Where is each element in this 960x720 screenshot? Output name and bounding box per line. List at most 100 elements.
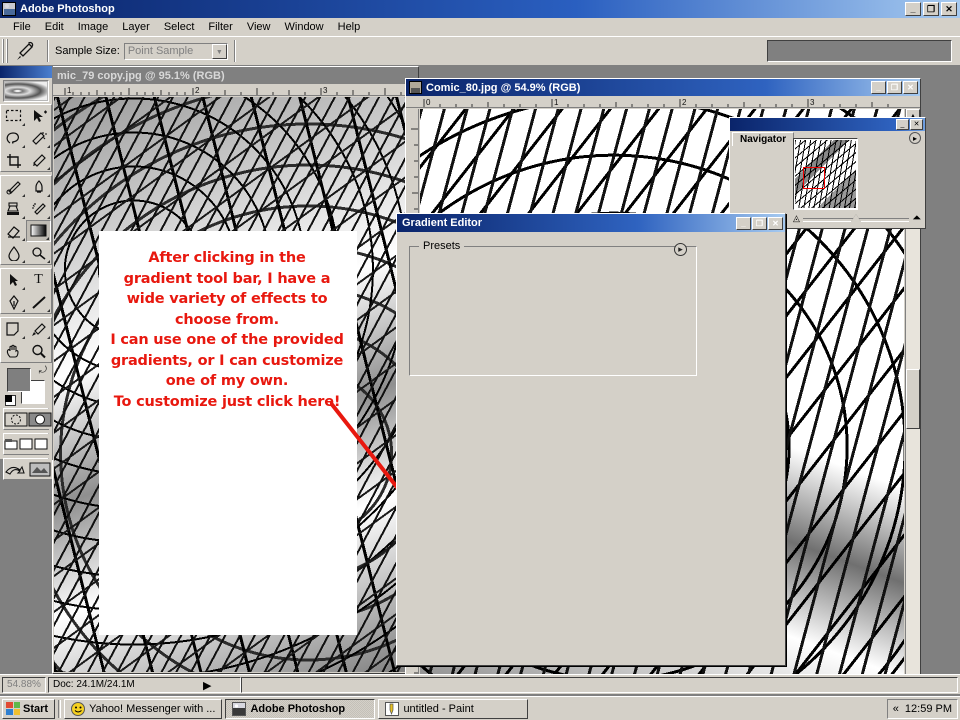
navigator-close-icon[interactable]: ✕: [910, 119, 923, 130]
tool-path-selection[interactable]: [1, 269, 26, 291]
navigator-thumbnail[interactable]: [793, 138, 858, 210]
default-colors-icon[interactable]: [5, 395, 16, 406]
eyedropper-icon[interactable]: [11, 39, 37, 63]
vertical-scroll-thumb[interactable]: [906, 369, 920, 429]
yahoo-messenger-icon: [71, 701, 86, 716]
menu-help[interactable]: Help: [331, 20, 368, 34]
quick-mask-mode-icon[interactable]: [28, 409, 52, 429]
doc80-title-bar[interactable]: Comic_80.jpg @ 54.9% (RGB) _ ❐ ✕: [406, 79, 920, 96]
swap-colors-icon[interactable]: ⤾: [39, 365, 47, 376]
full-screen-menubar-mode-icon[interactable]: [19, 434, 34, 454]
zoom-slider[interactable]: [802, 212, 910, 225]
toolbox-palette[interactable]: T ⤾: [0, 66, 53, 480]
status-menu-arrow-icon[interactable]: ▶: [203, 679, 211, 692]
tool-hand[interactable]: [1, 340, 26, 362]
sample-size-select[interactable]: Point Sample ▼: [123, 42, 228, 60]
ge-restore-icon[interactable]: ❐: [752, 216, 767, 230]
tool-eyedropper[interactable]: [26, 318, 51, 340]
menu-select[interactable]: Select: [157, 20, 202, 34]
menu-image[interactable]: Image: [71, 20, 116, 34]
document-info[interactable]: Doc: 24.1M/24.1M: [48, 676, 241, 693]
tool-dodge[interactable]: [26, 242, 51, 264]
standard-mask-mode-icon[interactable]: [4, 409, 28, 429]
menu-view[interactable]: View: [240, 20, 278, 34]
presets-menu-icon[interactable]: ▸: [674, 243, 687, 256]
navigator-title-bar[interactable]: _ ✕: [730, 118, 925, 131]
doc80-minimize-icon[interactable]: _: [871, 81, 886, 94]
clock[interactable]: 12:59 PM: [905, 703, 952, 715]
menu-file[interactable]: File: [6, 20, 38, 34]
ge-close-icon[interactable]: ✕: [768, 216, 783, 230]
tool-slice[interactable]: [26, 149, 51, 171]
tool-pen[interactable]: [1, 291, 26, 313]
close-icon[interactable]: ✕: [941, 2, 957, 16]
options-bar-grip[interactable]: [2, 39, 8, 63]
task-untitled-paint[interactable]: untitled - Paint: [378, 698, 529, 719]
tool-line[interactable]: [26, 291, 51, 313]
tool-notes[interactable]: [1, 318, 26, 340]
gradient-editor-dialog[interactable]: Gradient Editor _ ❐ ✕ Presets ▸: [396, 213, 786, 666]
doc80-close-icon[interactable]: ✕: [903, 81, 918, 94]
menu-edit[interactable]: Edit: [38, 20, 71, 34]
menu-bar: File Edit Image Layer Select Filter View…: [0, 18, 960, 36]
minimize-icon[interactable]: _: [905, 2, 921, 16]
doc79-horizontal-ruler: 1 2 3: [53, 84, 418, 96]
menu-window[interactable]: Window: [278, 20, 331, 34]
windows-logo-icon: [6, 702, 20, 715]
tool-blur[interactable]: [1, 242, 26, 264]
tool-healing-brush[interactable]: [1, 176, 26, 198]
tab-navigator[interactable]: Navigator: [732, 132, 795, 146]
start-button[interactable]: Start: [2, 698, 56, 719]
task-label: untitled - Paint: [403, 702, 474, 715]
zoom-in-icon[interactable]: ⏶: [912, 212, 921, 225]
tool-eraser[interactable]: [1, 220, 26, 242]
tool-lasso[interactable]: [1, 127, 26, 149]
palette-menu-icon[interactable]: ▸: [909, 132, 921, 144]
tray-expand-icon[interactable]: «: [893, 703, 899, 715]
navigator-minimize-icon[interactable]: _: [896, 119, 909, 130]
task-yahoo-messenger[interactable]: Yahoo! Messenger with ...: [64, 698, 223, 719]
menu-layer[interactable]: Layer: [115, 20, 157, 34]
tool-crop[interactable]: [1, 149, 26, 171]
color-swatches[interactable]: ⤾: [5, 365, 47, 406]
taskbar: Start Yahoo! Messenger with ... Adobe Ph…: [0, 696, 960, 720]
tool-zoom[interactable]: [26, 340, 51, 362]
status-bar: 54.88% Doc: 24.1M/24.1M ▶: [0, 674, 960, 694]
svg-text:1: 1: [67, 86, 72, 95]
task-label: Adobe Photoshop: [250, 702, 346, 715]
annotation-line-1: After clicking in the: [148, 250, 306, 266]
palette-well[interactable]: [767, 40, 952, 62]
tool-marquee[interactable]: [1, 105, 26, 127]
tool-gradient[interactable]: [26, 220, 51, 242]
gradient-editor-title-bar[interactable]: Gradient Editor _ ❐ ✕: [397, 214, 785, 232]
standard-screen-mode-icon[interactable]: [4, 434, 19, 454]
svg-text:2: 2: [682, 98, 687, 107]
zoom-out-icon[interactable]: ◬: [793, 213, 800, 224]
jump-to-imageready-icon[interactable]: [4, 459, 28, 479]
full-screen-mode-icon[interactable]: [34, 434, 49, 454]
svg-text:0: 0: [426, 98, 431, 107]
imageready-icon[interactable]: [28, 459, 52, 479]
tool-brush[interactable]: [26, 176, 51, 198]
screen-mode-group: [3, 433, 49, 455]
restore-icon[interactable]: ❐: [923, 2, 939, 16]
tool-group-misc: [0, 317, 52, 363]
tool-move[interactable]: [26, 105, 51, 127]
tool-magic-wand[interactable]: [26, 127, 51, 149]
system-tray: « 12:59 PM: [886, 698, 958, 719]
ge-minimize-icon[interactable]: _: [736, 216, 751, 230]
task-adobe-photoshop[interactable]: Adobe Photoshop: [225, 698, 376, 719]
menu-filter[interactable]: Filter: [201, 20, 239, 34]
paint-icon: [385, 701, 400, 716]
workspace: mic_79 copy.jpg @ 95.1% (RGB) 1 2 3 Afte…: [0, 66, 960, 674]
tool-clone-stamp[interactable]: [1, 198, 26, 220]
chevron-down-icon[interactable]: ▼: [211, 43, 227, 59]
zoom-level-field[interactable]: 54.88%: [2, 676, 46, 693]
tool-type[interactable]: T: [26, 269, 51, 291]
foreground-color-swatch[interactable]: [7, 368, 31, 392]
tool-history-brush[interactable]: [26, 198, 51, 220]
toolbox-title-bar[interactable]: [0, 66, 52, 78]
doc80-restore-icon[interactable]: ❐: [887, 81, 902, 94]
navigator-view-box[interactable]: [803, 167, 825, 189]
doc79-title-bar[interactable]: mic_79 copy.jpg @ 95.1% (RGB): [53, 67, 418, 84]
